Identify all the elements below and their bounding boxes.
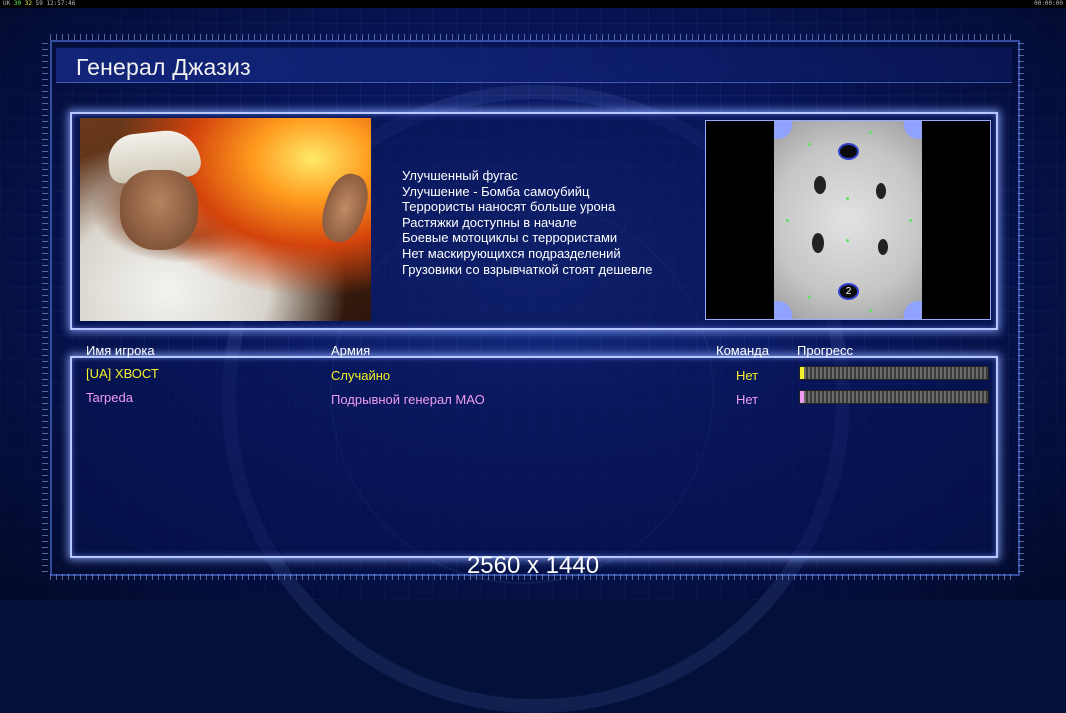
map-resource [909, 219, 912, 222]
resolution-label: 2560 x 1440 [466, 552, 600, 579]
feature-item: Растяжки доступны в начале [402, 214, 577, 230]
column-header-team: Команда [716, 343, 769, 358]
feature-item: Террористы наносят больше урона [402, 199, 616, 215]
debug-timer: 00:00:00 [1034, 0, 1063, 7]
debug-value: 59 [35, 0, 43, 7]
map-resource [846, 197, 849, 200]
feature-item: Грузовики со взрывчаткой стоят дешевле [402, 261, 653, 277]
map-water [904, 121, 922, 139]
map-spawn-2: 2 [838, 283, 859, 300]
debug-value: UK [3, 0, 11, 7]
progress-fill [800, 391, 804, 403]
players-panel [70, 356, 998, 558]
map-rock [876, 183, 886, 199]
map-water [774, 121, 792, 139]
general-portrait [80, 118, 371, 321]
column-header-army: Армия [331, 343, 371, 358]
player-team: Нет [736, 392, 759, 407]
debug-value: 30 [13, 0, 22, 7]
debug-bar: UK 30 32 59 12:57:46 00:00:00 [0, 0, 1066, 8]
map-rock [814, 176, 826, 194]
player-army: Подрывной генерал МАО [331, 392, 485, 407]
map-resource [869, 131, 872, 134]
map-water [904, 301, 922, 319]
map-resource [846, 239, 849, 242]
debug-clock: 12:57:46 [46, 0, 76, 7]
player-army: Случайно [331, 368, 391, 383]
map-rock [812, 233, 824, 253]
map-resource [869, 309, 872, 312]
page-title: Генерал Джазиз [76, 54, 251, 80]
map-image: 2 [774, 121, 922, 319]
progress-bar [799, 366, 989, 380]
map-resource [808, 296, 811, 299]
progress-fill [800, 367, 804, 379]
map-spawn-1 [838, 143, 859, 160]
player-team: Нет [736, 368, 759, 383]
feature-item: Нет маскирующихся подразделений [402, 245, 621, 261]
ruler-top [50, 34, 1016, 40]
general-features-list: Улучшенный фугас Улучшение - Бомба самоу… [402, 168, 652, 277]
feature-item: Боевые мотоциклы с террористами [402, 230, 618, 246]
player-name: Tarpeda [86, 390, 133, 405]
ruler-right [1018, 40, 1024, 572]
ruler-left [42, 40, 48, 572]
map-rock [878, 239, 888, 255]
column-header-name: Имя игрока [86, 343, 155, 358]
column-header-progress: Прогресс [797, 343, 854, 358]
player-name: [UA] ХВОСТ [86, 366, 159, 381]
map-resource [808, 143, 811, 146]
portrait-face [120, 170, 198, 250]
debug-bar-left: UK 30 32 59 12:57:46 [3, 0, 75, 8]
map-resource [786, 219, 789, 222]
portrait-hand [315, 168, 371, 248]
progress-bar [799, 390, 989, 404]
feature-item: Улучшение - Бомба самоубийц [402, 183, 590, 199]
feature-item: Улучшенный фугас [402, 168, 518, 183]
map-water [774, 301, 792, 319]
map-preview: 2 [705, 120, 991, 320]
debug-value: 32 [24, 0, 32, 7]
